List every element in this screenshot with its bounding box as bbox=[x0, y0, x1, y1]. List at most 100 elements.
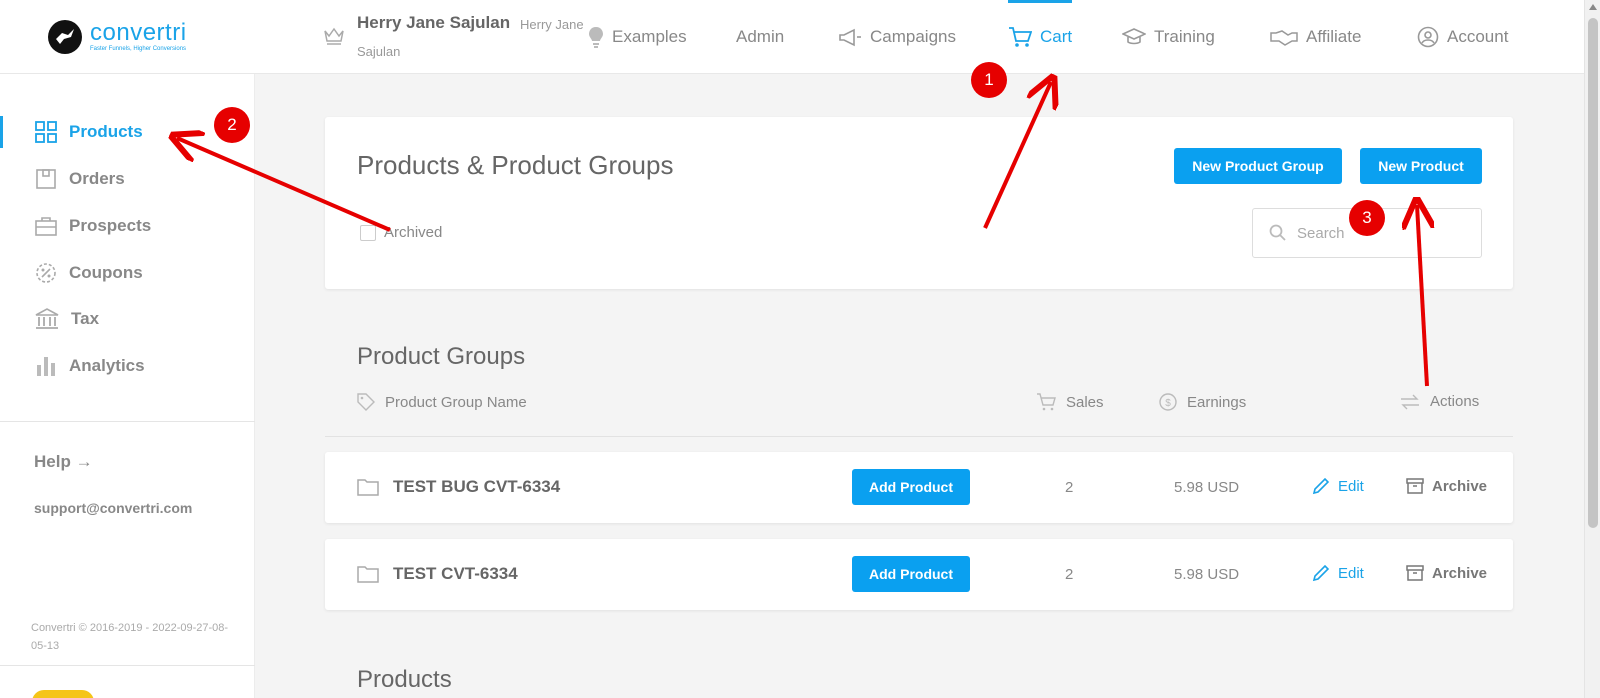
add-product-button[interactable]: Add Product bbox=[852, 469, 970, 505]
sidebar-item-orders[interactable]: Orders bbox=[0, 159, 255, 199]
logo-mark-icon bbox=[48, 20, 82, 54]
grid-icon bbox=[35, 121, 57, 143]
top-navbar: convertri Faster Funnels, Higher Convers… bbox=[0, 0, 1584, 74]
sidebar-item-label: Products bbox=[69, 122, 143, 141]
product-group-name-label: TEST CVT-6334 bbox=[393, 564, 518, 583]
nav-training[interactable]: Training bbox=[1122, 0, 1215, 74]
archive-box-icon bbox=[1406, 565, 1424, 581]
brand-tagline: Faster Funnels, Higher Conversions bbox=[90, 46, 187, 52]
sidebar-item-label: Orders bbox=[69, 169, 125, 188]
user-subtitle: Herry Jane bbox=[520, 17, 584, 32]
column-header-actions: Actions bbox=[1400, 393, 1479, 410]
handshake-icon bbox=[1270, 30, 1298, 46]
arrow-right-icon: → bbox=[75, 452, 93, 471]
archive-label: Archive bbox=[1432, 564, 1488, 582]
product-group-name[interactable]: TEST BUG CVT-6334 bbox=[357, 477, 560, 497]
sidebar-item-label: Coupons bbox=[69, 263, 143, 282]
swap-arrows-icon bbox=[1401, 394, 1419, 409]
sidebar-item-label: Tax bbox=[71, 309, 100, 328]
earnings-value: 5.98 USD bbox=[1174, 566, 1240, 583]
add-product-button[interactable]: Add Product bbox=[852, 556, 970, 592]
product-group-name-label: TEST BUG CVT-6334 bbox=[393, 477, 561, 496]
nav-campaigns[interactable]: Campaigns bbox=[838, 0, 956, 74]
sidebar-item-coupons[interactable]: Coupons bbox=[0, 253, 255, 293]
help-widget-button[interactable] bbox=[32, 690, 94, 698]
search-icon bbox=[1269, 224, 1286, 241]
bar-chart-icon bbox=[37, 357, 55, 376]
folder-icon bbox=[357, 566, 379, 583]
page-scrollbar[interactable] bbox=[1584, 0, 1600, 698]
column-header-name[interactable]: Product Group Name bbox=[357, 393, 527, 411]
briefcase-icon bbox=[35, 217, 57, 236]
user-name: Herry Jane Sajulan bbox=[357, 13, 511, 32]
graduation-cap-icon bbox=[1122, 28, 1146, 45]
products-title: Products bbox=[357, 666, 452, 693]
edit-label: Edit bbox=[1338, 564, 1364, 582]
archived-label: Archived bbox=[384, 224, 443, 241]
user-subtitle-line2: Sajulan bbox=[357, 44, 401, 59]
nav-cart-label: Cart bbox=[1040, 27, 1073, 46]
scrollbar-thumb[interactable] bbox=[1588, 18, 1598, 528]
edit-button[interactable]: Edit bbox=[1312, 564, 1364, 582]
help-label: Help bbox=[34, 452, 71, 471]
archive-label: Archive bbox=[1432, 477, 1488, 495]
column-header-sales-label: Sales bbox=[1066, 393, 1104, 411]
nav-admin-label: Admin bbox=[736, 27, 785, 46]
pencil-icon bbox=[1312, 564, 1330, 582]
sidebar-divider-bottom bbox=[0, 665, 255, 666]
support-email-link[interactable]: support@convertri.com bbox=[34, 500, 192, 516]
new-product-button[interactable]: New Product bbox=[1360, 148, 1482, 184]
cart-icon bbox=[1037, 393, 1056, 411]
sales-value: 2 bbox=[1065, 566, 1074, 583]
sidebar-item-analytics[interactable]: Analytics bbox=[0, 346, 255, 386]
crown-icon bbox=[324, 27, 344, 45]
column-header-earnings[interactable]: $ Earnings bbox=[1159, 393, 1246, 411]
nav-examples-label: Examples bbox=[612, 27, 687, 46]
nav-cart[interactable]: Cart bbox=[1008, 0, 1073, 74]
nav-account[interactable]: Account bbox=[1417, 0, 1508, 74]
brand-name: convertri bbox=[90, 19, 187, 46]
sidebar-divider bbox=[0, 421, 255, 422]
nav-examples[interactable]: Examples bbox=[588, 0, 687, 74]
page-title: Products & Product Groups bbox=[357, 150, 674, 180]
scroll-up-arrow-icon[interactable] bbox=[1589, 4, 1597, 10]
archive-button[interactable]: Archive bbox=[1406, 477, 1487, 495]
nav-affiliate-label: Affiliate bbox=[1306, 27, 1362, 46]
help-link[interactable]: Help → bbox=[34, 452, 93, 472]
product-groups-title: Product Groups bbox=[357, 343, 526, 370]
box-icon bbox=[36, 169, 56, 189]
nav-affiliate[interactable]: Affiliate bbox=[1270, 0, 1361, 74]
annotation-badge-2: 2 bbox=[214, 107, 250, 143]
new-product-group-button[interactable]: New Product Group bbox=[1174, 148, 1342, 184]
archive-box-icon bbox=[1406, 478, 1424, 494]
percent-badge-icon bbox=[36, 263, 56, 283]
sales-value: 2 bbox=[1065, 479, 1074, 496]
annotation-badge-1: 1 bbox=[971, 62, 1007, 98]
nav-account-label: Account bbox=[1447, 27, 1509, 46]
nav-campaigns-label: Campaigns bbox=[870, 27, 956, 46]
convertri-logo[interactable]: convertri Faster Funnels, Higher Convers… bbox=[48, 20, 187, 54]
archived-filter[interactable]: Archived bbox=[360, 224, 442, 241]
sidebar-item-label: Prospects bbox=[69, 216, 152, 235]
column-header-earnings-label: Earnings bbox=[1187, 393, 1247, 411]
column-header-sales[interactable]: Sales bbox=[1036, 393, 1104, 411]
dollar-circle-icon: $ bbox=[1159, 393, 1177, 411]
sidebar-item-tax[interactable]: Tax bbox=[0, 299, 255, 339]
archive-button[interactable]: Archive bbox=[1406, 564, 1487, 582]
earnings-value: 5.98 USD bbox=[1174, 479, 1240, 496]
header-card bbox=[325, 117, 1513, 289]
sidebar-item-prospects[interactable]: Prospects bbox=[0, 206, 255, 246]
nav-training-label: Training bbox=[1154, 27, 1215, 46]
product-group-name[interactable]: TEST CVT-6334 bbox=[357, 564, 518, 584]
archived-checkbox[interactable] bbox=[360, 224, 376, 241]
nav-admin[interactable]: Admin bbox=[736, 0, 784, 74]
sidebar: Products Orders Prospects Coupons Tax An… bbox=[0, 74, 255, 698]
tag-icon bbox=[357, 393, 375, 411]
annotation-badge-3: 3 bbox=[1349, 200, 1385, 236]
edit-button[interactable]: Edit bbox=[1312, 477, 1364, 495]
table-header-divider bbox=[325, 436, 1513, 437]
lightbulb-icon bbox=[589, 27, 603, 48]
megaphone-icon bbox=[839, 28, 861, 47]
edit-label: Edit bbox=[1338, 477, 1364, 495]
pencil-icon bbox=[1312, 477, 1330, 495]
